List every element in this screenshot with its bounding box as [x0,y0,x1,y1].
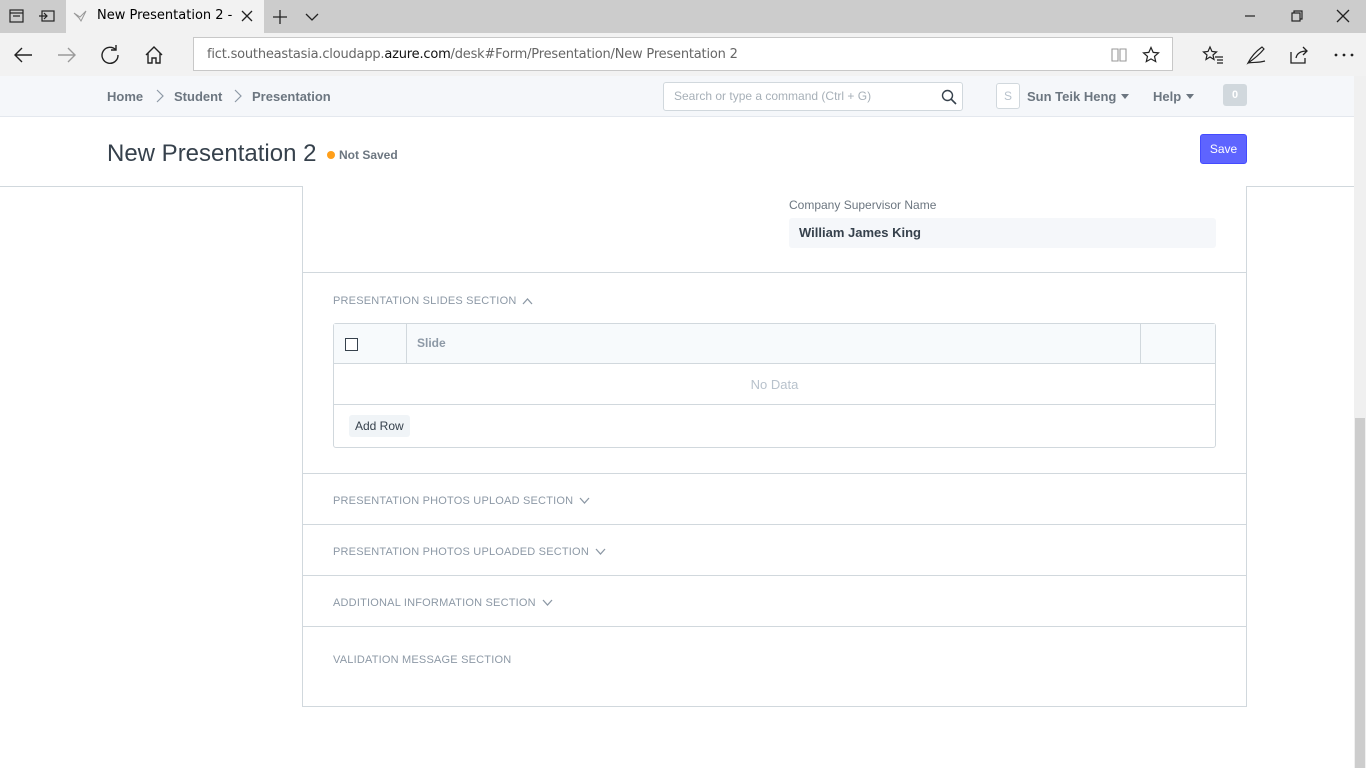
minimize-icon[interactable] [1242,8,1258,24]
slides-section: PRESENTATION SLIDES SECTION Slide No Dat… [303,273,1246,474]
chevron-right-icon [233,89,243,103]
pen-icon[interactable] [1245,44,1267,66]
user-name: Sun Teik Heng [1027,89,1117,104]
status-indicator: Not Saved [327,148,398,162]
chevron-down-icon [595,548,606,556]
user-menu[interactable]: Sun Teik Heng [1027,89,1130,104]
page-title: New Presentation 2 [107,140,317,167]
supervisor-section: Company Supervisor Name William James Ki… [303,186,1246,273]
validation-section: VALIDATION MESSAGE SECTION [303,627,1246,706]
close-tab-icon[interactable] [240,9,254,23]
chevron-down-icon [542,599,553,607]
section-title: PRESENTATION SLIDES SECTION [333,295,517,307]
slides-table: Slide No Data Add Row [333,323,1216,448]
favorites-hub-icon[interactable] [1202,44,1224,66]
settings-cell [1140,324,1215,364]
caret-down-icon [1121,94,1130,99]
chevron-up-icon [522,298,533,305]
chevron-down-icon[interactable] [304,11,320,23]
address-bar[interactable]: fict.southeastasia.cloudapp.azure.com/de… [193,37,1173,71]
page-head: New Presentation 2 Not Saved Save [0,117,1354,187]
field-label: Company Supervisor Name [789,198,937,212]
form-layout: Company Supervisor Name William James Ki… [302,186,1247,707]
table-header: Slide [334,324,1215,364]
supervisor-name-field[interactable]: William James King [789,218,1216,248]
scrollbar-thumb[interactable] [1355,418,1365,768]
back-icon[interactable] [12,44,34,66]
search-input[interactable] [674,89,934,103]
browser-tab-bar: New Presentation 2 - N [0,0,1366,33]
select-all-cell [334,324,407,364]
forward-icon[interactable] [56,44,78,66]
search-icon[interactable] [941,89,957,105]
share-icon[interactable] [1288,44,1310,66]
add-row-button[interactable]: Add Row [349,415,410,437]
home-icon[interactable] [143,44,165,66]
section-title: PRESENTATION PHOTOS UPLOAD SECTION [333,495,574,507]
star-icon[interactable] [1142,46,1160,64]
book-icon[interactable] [1110,46,1128,64]
tab-title: New Presentation 2 - N [97,8,233,23]
chevron-down-icon [579,497,590,505]
status-text: Not Saved [339,148,398,162]
tab-preview-icon[interactable] [8,7,26,25]
ellipsis-icon[interactable] [1333,44,1355,66]
avatar[interactable]: S [996,83,1020,109]
section-title: ADDITIONAL INFORMATION SECTION [333,597,536,609]
help-label: Help [1153,89,1182,104]
address-url[interactable]: fict.southeastasia.cloudapp.azure.com/de… [207,47,738,62]
photos-upload-section: PRESENTATION PHOTOS UPLOAD SECTION [303,474,1246,525]
empty-state: No Data [334,364,1215,405]
section-head-slides[interactable]: PRESENTATION SLIDES SECTION [333,295,533,307]
browser-tab-active[interactable]: New Presentation 2 - N [66,0,264,33]
breadcrumb-student[interactable]: Student [174,89,222,104]
save-button[interactable]: Save [1200,134,1247,164]
section-head-additional[interactable]: ADDITIONAL INFORMATION SECTION [333,597,553,609]
column-header-slide: Slide [417,336,446,350]
browser-nav-bar: fict.southeastasia.cloudapp.azure.com/de… [0,33,1366,76]
breadcrumb-home[interactable]: Home [107,89,143,104]
breadcrumb-presentation[interactable]: Presentation [252,89,331,104]
photos-uploaded-section: PRESENTATION PHOTOS UPLOADED SECTION [303,525,1246,576]
awesomebar [663,82,963,111]
tabs-aside-icon[interactable] [38,7,56,25]
bird-favicon-icon [73,9,87,23]
section-head-validation: VALIDATION MESSAGE SECTION [333,654,512,666]
select-all-checkbox[interactable] [345,338,358,351]
notification-badge[interactable]: 0 [1223,84,1247,106]
refresh-icon[interactable] [99,44,121,66]
chevron-right-icon [155,89,165,103]
section-head-photos-uploaded[interactable]: PRESENTATION PHOTOS UPLOADED SECTION [333,546,606,558]
new-tab-icon[interactable] [272,9,288,25]
app-navbar: Home Student Presentation S Sun Teik Hen… [0,76,1366,117]
additional-info-section: ADDITIONAL INFORMATION SECTION [303,576,1246,627]
close-window-icon[interactable] [1335,8,1351,24]
help-menu[interactable]: Help [1153,89,1195,104]
section-title: PRESENTATION PHOTOS UPLOADED SECTION [333,546,589,558]
caret-down-icon [1186,94,1195,99]
restore-icon[interactable] [1289,8,1305,24]
section-head-photos-upload[interactable]: PRESENTATION PHOTOS UPLOAD SECTION [333,495,590,507]
status-dot [327,151,335,159]
